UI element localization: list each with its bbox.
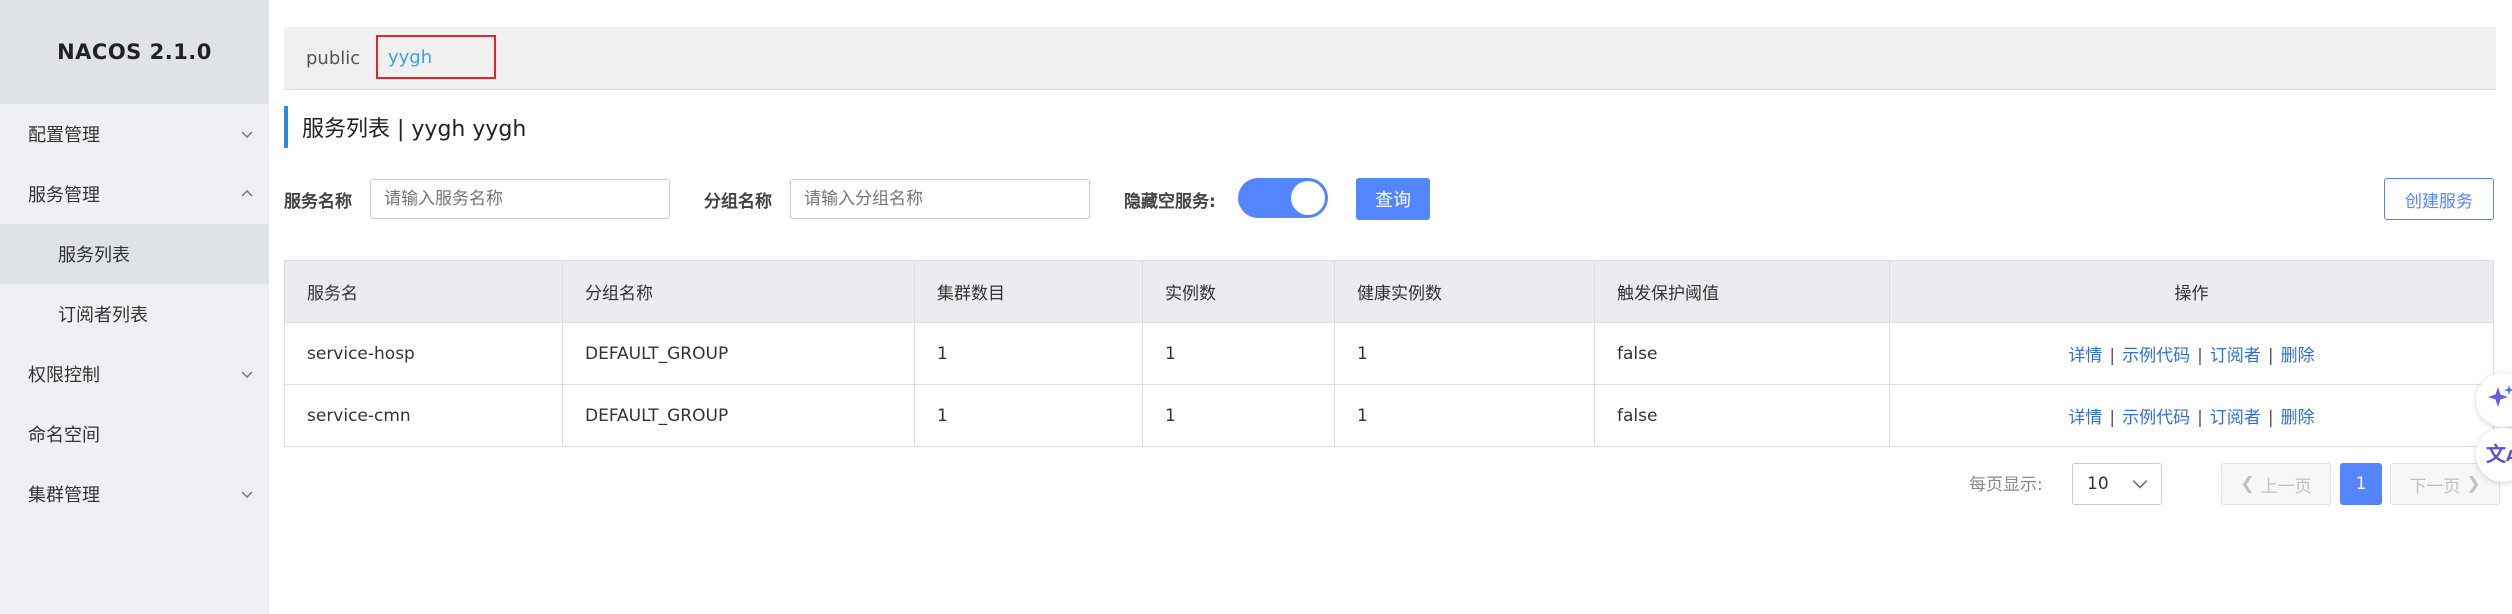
chevron-left-icon: ❮ <box>2240 474 2255 494</box>
chevron-up-icon <box>239 186 255 202</box>
cell-actions: 详情 | 示例代码 | 订阅者 | 删除 <box>1889 322 2494 385</box>
namespace-public[interactable]: public <box>306 27 360 89</box>
service-table: 服务名 分组名称 集群数目 实例数 健康实例数 触发保护阈值 操作 servic… <box>284 260 2494 447</box>
sidebar-item-service-list[interactable]: 服务列表 <box>0 224 269 284</box>
cell-cluster-count: 1 <box>914 322 1143 385</box>
sample-code-link[interactable]: 示例代码 <box>2122 408 2190 428</box>
hide-empty-filter: 隐藏空服务: <box>1124 178 1216 220</box>
column-header: 操作 <box>1889 260 2494 323</box>
cell-threshold: false <box>1594 384 1890 447</box>
cell-actions: 详情 | 示例代码 | 订阅者 | 删除 <box>1889 384 2494 447</box>
subscriber-link[interactable]: 订阅者 <box>2210 346 2261 366</box>
sidebar: NACOS 2.1.0 配置管理 服务管理 服务列表 订阅者列表 权限控制 命名… <box>0 0 269 614</box>
chevron-down-icon <box>239 366 255 382</box>
per-page-label: 每页显示: <box>1969 475 2043 495</box>
cell-instance-count: 1 <box>1142 322 1335 385</box>
query-button[interactable]: 查询 <box>1356 178 1430 220</box>
next-page-label: 下一页 <box>2409 476 2461 497</box>
sidebar-item-namespace[interactable]: 命名空间 <box>0 404 269 464</box>
column-header: 集群数目 <box>914 260 1143 323</box>
sidebar-item-cluster[interactable]: 集群管理 <box>0 464 269 524</box>
cell-service-name: service-hosp <box>284 322 563 385</box>
cell-service-name: service-cmn <box>284 384 563 447</box>
column-header: 健康实例数 <box>1334 260 1595 323</box>
detail-link[interactable]: 详情 <box>2068 408 2102 428</box>
group-name-label: 分组名称 <box>704 191 772 212</box>
cell-cluster-count: 1 <box>914 384 1143 447</box>
sidebar-item-permission[interactable]: 权限控制 <box>0 344 269 404</box>
toggle-knob <box>1291 181 1325 215</box>
namespace-yygh[interactable]: yygh <box>376 35 496 79</box>
column-header: 服务名 <box>284 260 563 323</box>
column-header: 分组名称 <box>562 260 915 323</box>
detail-link[interactable]: 详情 <box>2068 346 2102 366</box>
sidebar-item-label: 配置管理 <box>28 125 100 146</box>
cell-healthy-count: 1 <box>1334 322 1595 385</box>
page-title: 服务列表 | yygh yygh <box>284 106 526 148</box>
prev-page-button[interactable]: ❮ 上一页 <box>2221 463 2331 505</box>
chevron-down-icon <box>2131 475 2149 493</box>
namespace-bar: public yygh <box>284 27 2496 90</box>
sidebar-item-label: 权限控制 <box>28 365 100 386</box>
cell-group-name: DEFAULT_GROUP <box>562 322 915 385</box>
sidebar-item-label: 集群管理 <box>28 485 100 506</box>
table-header-row: 服务名 分组名称 集群数目 实例数 健康实例数 触发保护阈值 操作 <box>284 260 2494 323</box>
sidebar-item-label: 订阅者列表 <box>58 305 148 326</box>
sidebar-item-label: 服务管理 <box>28 185 100 206</box>
sidebar-item-label: 命名空间 <box>28 425 100 446</box>
hide-empty-toggle[interactable] <box>1238 178 1328 218</box>
sidebar-item-label: 服务列表 <box>58 245 130 266</box>
sample-code-link[interactable]: 示例代码 <box>2122 346 2190 366</box>
chevron-down-icon <box>239 126 255 142</box>
chevron-down-icon <box>239 486 255 502</box>
table-row: service-cmn DEFAULT_GROUP 1 1 1 false 详情… <box>284 384 2494 447</box>
group-name-input[interactable] <box>790 179 1090 219</box>
group-name-filter: 分组名称 <box>704 178 1090 220</box>
delete-link[interactable]: 删除 <box>2281 408 2315 428</box>
app-logo: NACOS 2.1.0 <box>0 0 269 104</box>
column-header: 触发保护阈值 <box>1594 260 1890 323</box>
create-service-button[interactable]: 创建服务 <box>2384 178 2494 220</box>
chevron-right-icon: ❯ <box>2466 474 2481 494</box>
hide-empty-label: 隐藏空服务: <box>1124 191 1216 212</box>
per-page-value: 10 <box>2087 474 2109 494</box>
delete-link[interactable]: 删除 <box>2281 346 2315 366</box>
service-name-filter: 服务名称 <box>284 178 670 220</box>
main-content: public yygh 服务列表 | yygh yygh 服务名称 分组名称 隐… <box>284 0 2500 614</box>
service-name-input[interactable] <box>370 179 670 219</box>
cell-healthy-count: 1 <box>1334 384 1595 447</box>
sidebar-item-service[interactable]: 服务管理 <box>0 164 269 224</box>
sidebar-item-config[interactable]: 配置管理 <box>0 104 269 164</box>
table-row: service-hosp DEFAULT_GROUP 1 1 1 false 详… <box>284 322 2494 385</box>
cell-group-name: DEFAULT_GROUP <box>562 384 915 447</box>
service-name-label: 服务名称 <box>284 191 352 212</box>
cell-instance-count: 1 <box>1142 384 1335 447</box>
sparkle-icon <box>2486 383 2512 417</box>
sidebar-item-subscriber-list[interactable]: 订阅者列表 <box>0 284 269 344</box>
translate-icon: 文A <box>2486 442 2512 466</box>
cell-threshold: false <box>1594 322 1890 385</box>
subscriber-link[interactable]: 订阅者 <box>2210 408 2261 428</box>
prev-page-label: 上一页 <box>2260 476 2312 497</box>
current-page-button[interactable]: 1 <box>2340 463 2382 505</box>
per-page-select[interactable]: 10 <box>2072 463 2162 505</box>
column-header: 实例数 <box>1142 260 1335 323</box>
